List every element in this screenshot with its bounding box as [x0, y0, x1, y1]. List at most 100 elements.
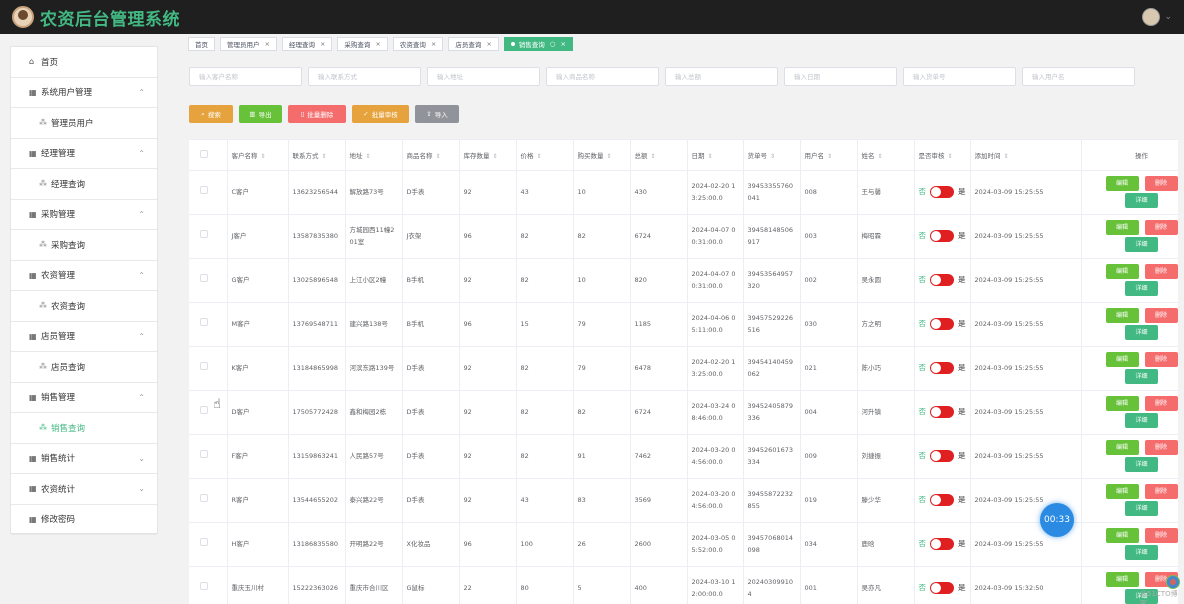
- edit-button[interactable]: 编辑: [1105, 528, 1139, 543]
- chevron-down-icon[interactable]: ⌄: [1164, 12, 1172, 22]
- recording-timer[interactable]: 00:33: [1040, 503, 1074, 537]
- sort-icon[interactable]: ⇕: [827, 153, 832, 160]
- column-header[interactable]: 总额 ⇕: [630, 140, 688, 171]
- chevron-down-icon[interactable]: ⌄: [138, 454, 145, 463]
- total-input[interactable]: [665, 67, 778, 86]
- chevron-up-icon[interactable]: ⌃: [138, 271, 145, 280]
- detail-button[interactable]: 详细: [1125, 237, 1158, 252]
- column-header[interactable]: 价格 ⇕: [516, 140, 574, 171]
- edit-button[interactable]: 编辑: [1105, 308, 1139, 323]
- phone-input[interactable]: [308, 67, 421, 86]
- delete-button[interactable]: 删除: [1144, 264, 1178, 279]
- date-input[interactable]: [784, 67, 897, 86]
- audit-toggle[interactable]: [930, 186, 954, 198]
- column-header[interactable]: 是否审核 ⇕: [914, 140, 971, 171]
- row-checkbox[interactable]: [200, 186, 208, 194]
- audit-toggle[interactable]: [930, 450, 954, 462]
- address-input[interactable]: [427, 67, 540, 86]
- edit-button[interactable]: 编辑: [1105, 352, 1139, 367]
- sidebar-item[interactable]: ▦ 采购管理 ⌃: [11, 200, 157, 230]
- edit-button[interactable]: 编辑: [1105, 220, 1139, 235]
- sidebar-item[interactable]: ⁂ 农资查询: [11, 291, 157, 322]
- sort-icon[interactable]: ⇕: [651, 153, 656, 160]
- close-icon[interactable]: ×: [486, 40, 491, 48]
- detail-button[interactable]: 详细: [1125, 193, 1158, 208]
- sidebar-item[interactable]: ▦ 店员管理 ⌃: [11, 322, 157, 352]
- sort-icon[interactable]: ⇕: [436, 153, 441, 160]
- delete-button[interactable]: 删除: [1144, 308, 1178, 323]
- sort-icon[interactable]: ⇕: [322, 153, 327, 160]
- detail-button[interactable]: 详细: [1125, 281, 1158, 296]
- tab-item[interactable]: 经理查询 ×: [281, 37, 333, 51]
- tab-item[interactable]: 农资查询 ×: [392, 37, 444, 51]
- delete-button[interactable]: 删除: [1144, 440, 1178, 455]
- column-header[interactable]: 操作: [1081, 140, 1178, 171]
- delete-button[interactable]: 删除: [1144, 396, 1178, 411]
- batch-delete-button[interactable]: ▯ 批量删除: [288, 105, 346, 123]
- row-checkbox[interactable]: [200, 538, 208, 546]
- column-header[interactable]: 日期 ⇕: [687, 140, 744, 171]
- column-header[interactable]: 联系方式 ⇕: [288, 140, 346, 171]
- sidebar-item[interactable]: ▦ 农资统计 ⌄: [11, 474, 157, 505]
- close-icon[interactable]: ×: [375, 40, 380, 48]
- detail-button[interactable]: 详细: [1125, 501, 1158, 516]
- import-button[interactable]: ⇪ 导入: [415, 105, 459, 123]
- column-header[interactable]: 地址 ⇕: [345, 140, 403, 171]
- audit-toggle[interactable]: [930, 406, 954, 418]
- column-header[interactable]: 添加时间 ⇕: [970, 140, 1082, 171]
- detail-button[interactable]: 详细: [1125, 325, 1158, 340]
- detail-button[interactable]: 详细: [1125, 545, 1158, 560]
- sort-icon[interactable]: ⇕: [261, 153, 266, 160]
- tab-item[interactable]: 首页: [188, 37, 215, 51]
- username-input[interactable]: [1022, 67, 1135, 86]
- column-header[interactable]: 客户名称 ⇕: [227, 140, 289, 171]
- sort-icon[interactable]: ⇕: [948, 153, 953, 160]
- row-checkbox[interactable]: [200, 362, 208, 370]
- tab-item[interactable]: 销售查询 ○ ×: [503, 37, 573, 51]
- edit-button[interactable]: 编辑: [1105, 176, 1139, 191]
- delete-button[interactable]: 删除: [1144, 528, 1178, 543]
- edit-button[interactable]: 编辑: [1105, 396, 1139, 411]
- customer-name-input[interactable]: [189, 67, 302, 86]
- chevron-up-icon[interactable]: ⌃: [138, 149, 145, 158]
- delete-button[interactable]: 删除: [1144, 176, 1178, 191]
- sort-icon[interactable]: ⇕: [537, 153, 542, 160]
- close-icon[interactable]: ×: [431, 40, 436, 48]
- edit-button[interactable]: 编辑: [1105, 440, 1139, 455]
- detail-button[interactable]: 详细: [1125, 369, 1158, 384]
- search-button[interactable]: ⌕ 搜索: [189, 105, 233, 123]
- audit-toggle[interactable]: [930, 362, 954, 374]
- chevron-up-icon[interactable]: ⌃: [138, 393, 145, 402]
- row-checkbox[interactable]: [200, 494, 208, 502]
- chevron-up-icon[interactable]: ⌃: [138, 88, 145, 97]
- refresh-icon[interactable]: ○: [550, 40, 556, 48]
- order-no-input[interactable]: [903, 67, 1016, 86]
- chevron-down-icon[interactable]: ⌄: [138, 484, 145, 493]
- product-name-input[interactable]: [546, 67, 659, 86]
- column-header[interactable]: 货单号 ⇕: [743, 140, 801, 171]
- column-header[interactable]: 库存数量 ⇕: [459, 140, 517, 171]
- audit-toggle[interactable]: [930, 274, 954, 286]
- sort-icon[interactable]: ⇕: [607, 153, 612, 160]
- sidebar-item[interactable]: ⁂ 管理员用户: [11, 108, 157, 139]
- edit-button[interactable]: 编辑: [1105, 484, 1139, 499]
- column-header[interactable]: 用户名 ⇕: [800, 140, 858, 171]
- delete-button[interactable]: 删除: [1144, 484, 1178, 499]
- audit-toggle[interactable]: [930, 318, 954, 330]
- tab-item[interactable]: 采购查询 ×: [337, 37, 388, 51]
- sidebar-item[interactable]: ⁂ 店员查询: [11, 352, 157, 383]
- detail-button[interactable]: 详细: [1125, 413, 1158, 428]
- sidebar-item[interactable]: ⌂ 首页: [11, 47, 157, 78]
- row-checkbox[interactable]: [200, 406, 208, 414]
- close-icon[interactable]: ×: [265, 40, 270, 48]
- sidebar-item[interactable]: ▦ 经理管理 ⌃: [11, 139, 157, 169]
- sidebar-item[interactable]: ⁂ 销售查询: [11, 413, 157, 444]
- sidebar-item[interactable]: ▦ 销售管理 ⌃: [11, 383, 157, 413]
- edit-button[interactable]: 编辑: [1105, 572, 1139, 587]
- sort-icon[interactable]: ⇕: [708, 153, 713, 160]
- audit-toggle[interactable]: [930, 494, 954, 506]
- tab-item[interactable]: 管理员用户 ×: [220, 37, 277, 51]
- audit-toggle[interactable]: [930, 582, 954, 594]
- tab-item[interactable]: 店员查询 ×: [448, 37, 499, 51]
- audit-toggle[interactable]: [930, 538, 954, 550]
